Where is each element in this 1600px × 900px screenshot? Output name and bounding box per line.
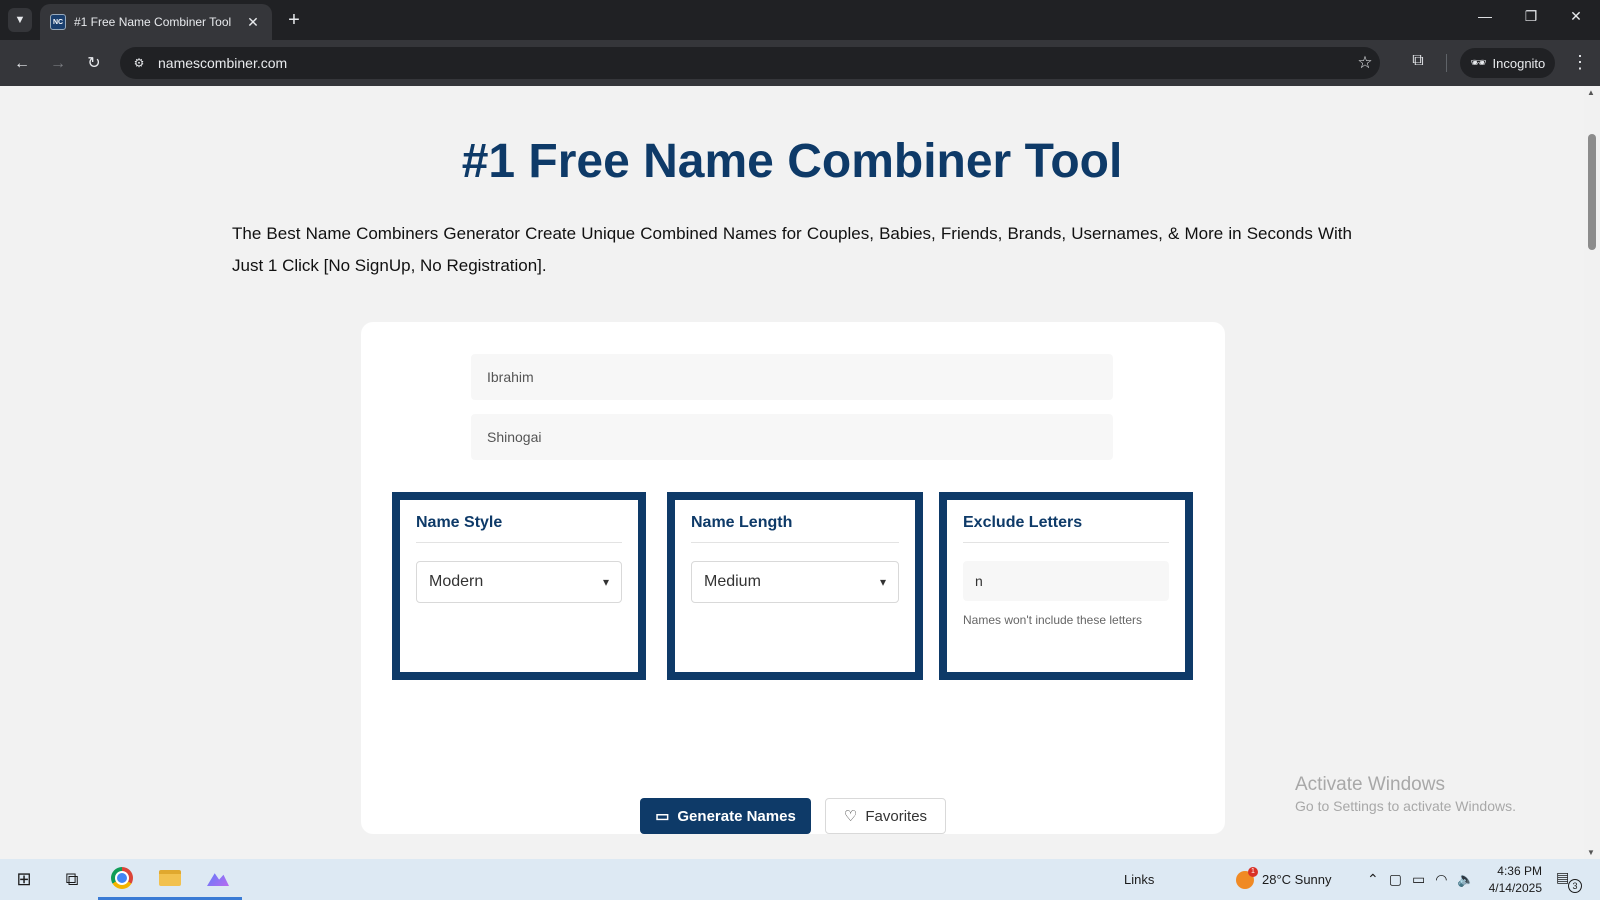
activate-windows-watermark: Activate Windows Go to Settings to activ… — [1295, 774, 1516, 814]
scroll-up-arrow-icon[interactable]: ▲ — [1587, 88, 1595, 97]
back-arrow-icon[interactable]: ← — [10, 52, 34, 76]
site-info-tune-icon[interactable]: ⚙ — [124, 56, 154, 70]
links-toolbar[interactable]: Links — [1124, 859, 1154, 900]
taskbar-clock[interactable]: 4:36 PM 4/14/2025 — [1482, 863, 1542, 897]
heart-icon: ♡ — [843, 808, 858, 825]
tab-title: #1 Free Name Combiner Tool — [74, 15, 232, 29]
chevron-down-icon: ▾ — [879, 575, 886, 589]
toolbar-divider — [1446, 54, 1447, 72]
bookmark-star-icon[interactable]: ☆ — [1350, 53, 1380, 73]
close-tab-icon[interactable]: ✕ — [244, 14, 262, 31]
scroll-down-arrow-icon[interactable]: ▼ — [1587, 848, 1595, 857]
second-name-input[interactable]: Shinogai — [471, 414, 1113, 460]
generate-names-label: Generate Names — [677, 807, 796, 825]
system-tray: ⌃ ▢ ▭ ◠ 🔈 — [1367, 859, 1475, 900]
taskbar-chrome[interactable] — [98, 859, 146, 900]
tab-search-chevron-icon[interactable]: ▼ — [8, 8, 32, 32]
chevron-down-icon: ▾ — [602, 575, 609, 589]
browser-toolbar: ← → ↻ ⚙ namescombiner.com ☆ ⧉ 🕶 Incognit… — [0, 40, 1600, 86]
activate-windows-title: Activate Windows — [1295, 774, 1445, 795]
extensions-puzzle-icon[interactable]: ⧉ — [1406, 52, 1430, 70]
volume-icon[interactable]: 🔈 — [1457, 871, 1474, 888]
incognito-label: Incognito — [1492, 55, 1546, 71]
browser-menu-dots-icon[interactable]: ⋮ — [1568, 52, 1592, 73]
exclude-letters-box: Exclude Letters n Names won't include th… — [939, 492, 1193, 680]
weather-widget[interactable]: 1 28°C Sunny — [1236, 859, 1332, 900]
exclude-letters-input[interactable]: n — [963, 561, 1169, 601]
exclude-letters-title: Exclude Letters — [963, 514, 1169, 543]
favorites-label: Favorites — [865, 807, 928, 825]
new-tab-plus-icon[interactable]: + — [282, 8, 306, 32]
incognito-indicator[interactable]: 🕶 Incognito — [1460, 48, 1556, 78]
wifi-icon[interactable]: ◠ — [1435, 871, 1447, 888]
name-length-title: Name Length — [691, 514, 899, 543]
generate-names-button[interactable]: ▭ Generate Names — [640, 798, 811, 834]
clock-time: 4:36 PM — [1497, 864, 1542, 878]
favorites-button[interactable]: ♡ Favorites — [825, 798, 946, 834]
windows-start-icon[interactable]: ⊞ — [0, 859, 48, 900]
notification-center-icon[interactable]: ▤ 3 — [1556, 869, 1582, 893]
address-bar[interactable]: ⚙ namescombiner.com ☆ — [120, 47, 1380, 79]
folder-icon — [159, 870, 181, 886]
name-style-selected: Modern — [429, 573, 484, 590]
incognito-icon: 🕶 — [1470, 55, 1487, 70]
taskbar-photos[interactable] — [194, 859, 242, 900]
battery-icon[interactable]: ▭ — [1412, 871, 1425, 888]
photos-icon — [207, 873, 229, 886]
chat-bubble-icon: ▤ — [1556, 869, 1570, 885]
browser-tab-active[interactable]: NC #1 Free Name Combiner Tool ✕ — [40, 4, 272, 40]
task-view-icon[interactable]: ⧉ — [48, 859, 96, 900]
minimize-window-icon[interactable]: — — [1470, 8, 1500, 24]
name-length-selected: Medium — [704, 573, 761, 590]
forward-arrow-icon[interactable]: → — [46, 52, 70, 76]
url-text[interactable]: namescombiner.com — [158, 55, 1350, 71]
name-length-box: Name Length Medium ▾ — [667, 492, 923, 680]
name-style-title: Name Style — [416, 514, 622, 543]
close-window-icon[interactable]: ✕ — [1561, 8, 1591, 25]
activate-windows-subtitle: Go to Settings to activate Windows. — [1295, 798, 1516, 814]
browser-tab-bar: ▼ NC #1 Free Name Combiner Tool ✕ + — ❐ … — [0, 0, 1600, 40]
page-scrollbar[interactable]: ▲ ▼ — [1584, 86, 1600, 859]
windows-taskbar: ⊞ ⧉ Links 1 28°C Sunny ⌃ ▢ ▭ ◠ 🔈 4:36 PM… — [0, 859, 1600, 900]
site-favicon-icon: NC — [50, 14, 66, 30]
name-style-select[interactable]: Modern ▾ — [416, 561, 622, 603]
weather-text: 28°C Sunny — [1262, 872, 1332, 887]
page-title: #1 Free Name Combiner Tool — [461, 135, 1123, 188]
show-hidden-icons-chevron-icon[interactable]: ⌃ — [1367, 871, 1379, 888]
page-viewport: #1 Free Name Combiner Tool The Best Name… — [0, 86, 1584, 859]
sun-icon: 1 — [1236, 866, 1258, 889]
taskbar-file-explorer[interactable] — [146, 859, 194, 900]
combiner-card: Ibrahim Shinogai Name Style Modern ▾ Nam… — [361, 322, 1225, 834]
first-name-input[interactable]: Ibrahim — [471, 354, 1113, 400]
meet-now-icon[interactable]: ▢ — [1389, 871, 1402, 888]
page-intro: The Best Name Combiners Generator Create… — [232, 224, 1352, 275]
clock-date: 4/14/2025 — [1488, 881, 1542, 895]
exclude-letters-hint: Names won't include these letters — [963, 613, 1143, 627]
restore-window-icon[interactable]: ❐ — [1516, 8, 1546, 25]
wand-icon: ▭ — [655, 808, 670, 825]
notification-count: 3 — [1568, 879, 1582, 893]
weather-badge: 1 — [1248, 866, 1258, 877]
chrome-icon — [111, 867, 133, 889]
name-style-box: Name Style Modern ▾ — [392, 492, 646, 680]
scrollbar-thumb[interactable] — [1588, 134, 1596, 250]
reload-icon[interactable]: ↻ — [82, 52, 106, 76]
name-length-select[interactable]: Medium ▾ — [691, 561, 899, 603]
